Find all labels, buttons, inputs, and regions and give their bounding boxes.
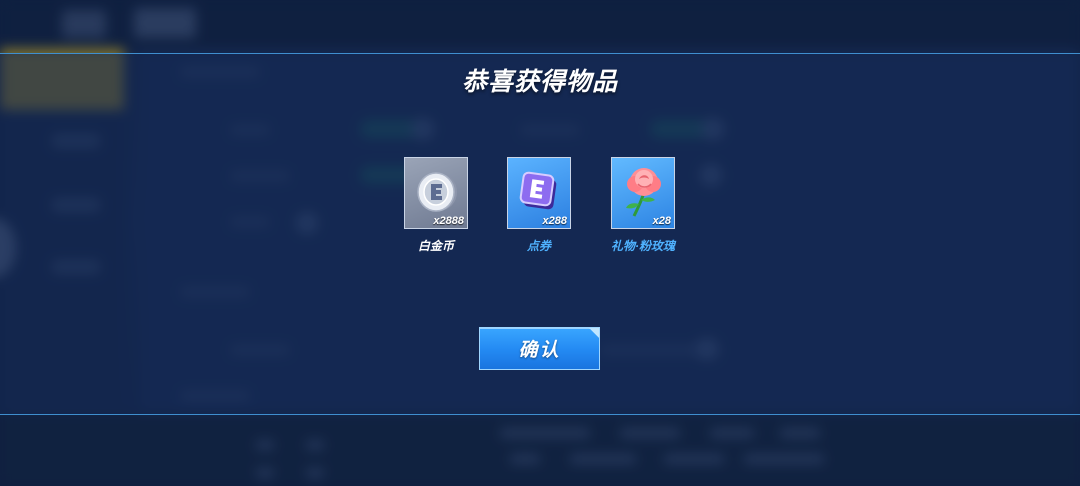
dialog-title: 恭喜获得物品 — [461, 68, 618, 96]
reward-name: 礼物·粉玫瑰 — [611, 239, 675, 253]
reward-icon-frame: x28 — [611, 157, 675, 229]
reward-icon-frame: x2888 — [404, 157, 468, 229]
pink-rose-icon — [626, 168, 661, 217]
voucher-icon — [519, 171, 557, 210]
reward-name: 白金币 — [417, 239, 454, 253]
confirm-button[interactable]: 确认 — [479, 327, 600, 370]
platinum-coin-icon — [417, 172, 457, 212]
reward-name: 点券 — [526, 239, 551, 253]
reward-quantity: x28 — [652, 215, 671, 227]
reward-icon-frame: x288 — [507, 157, 571, 229]
reward-quantity: x2888 — [433, 215, 464, 227]
reward-quantity: x288 — [542, 215, 567, 227]
